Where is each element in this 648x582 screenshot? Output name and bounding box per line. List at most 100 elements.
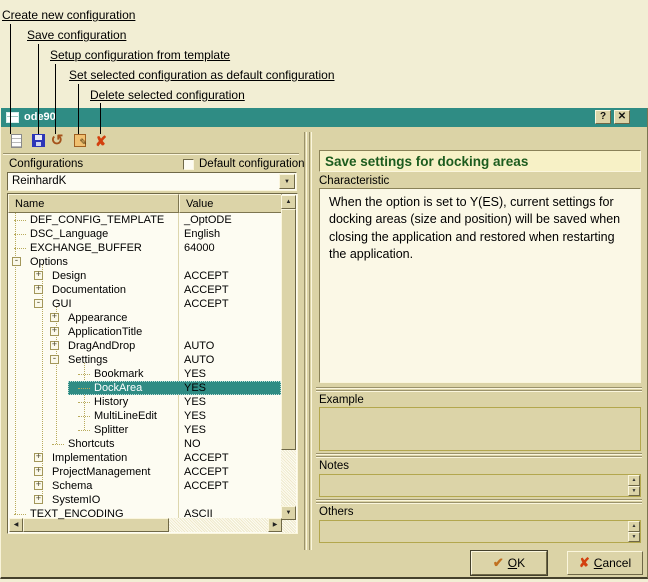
scroll-down-button[interactable]: ▼ (281, 506, 296, 520)
create-new-configuration-button[interactable] (7, 133, 25, 150)
tree-node-value: ACCEPT (184, 466, 229, 478)
default-configuration-checkbox[interactable] (183, 159, 194, 170)
horizontal-scroll-thumb[interactable] (23, 518, 169, 532)
tree-row-Schema[interactable]: +SchemaACCEPT (8, 479, 282, 493)
tree-node-name: History (94, 396, 128, 408)
help-button[interactable]: ? (595, 110, 611, 124)
tree-row-MultiLineEdit[interactable]: MultiLineEditYES (8, 409, 282, 423)
expand-icon[interactable]: + (50, 341, 59, 350)
configuration-select-value: ReinhardK (12, 175, 66, 187)
column-header-value[interactable]: Value (179, 194, 282, 213)
tree-row-Implementation[interactable]: +ImplementationACCEPT (8, 451, 282, 465)
section-splitter[interactable] (316, 390, 642, 392)
section-splitter[interactable] (316, 387, 642, 389)
others-label: Others (319, 506, 354, 518)
scroll-up-button[interactable]: ▲ (281, 195, 296, 209)
tree-node-value: ACCEPT (184, 270, 229, 282)
tree-row-Documentation[interactable]: +DocumentationACCEPT (8, 283, 282, 297)
expand-icon[interactable]: + (34, 495, 43, 504)
tree-node-name: MultiLineEdit (94, 410, 157, 422)
expand-icon[interactable]: + (34, 271, 43, 280)
tree-row-Design[interactable]: +DesignACCEPT (8, 269, 282, 283)
expand-icon[interactable]: + (34, 453, 43, 462)
tree-node-name: SystemIO (52, 494, 100, 506)
tree-node-value: English (184, 228, 220, 240)
tree-row-SystemIO[interactable]: + SystemIO (8, 493, 282, 507)
delete-configuration-button[interactable]: ✘ (92, 133, 110, 150)
tree-row-Splitter[interactable]: SplitterYES (8, 423, 282, 437)
tree-leader (78, 430, 90, 431)
setup-from-template-button[interactable]: ↺ (48, 133, 66, 150)
expand-icon[interactable]: + (34, 285, 43, 294)
tree-rows: DEF_CONFIG_TEMPLATE_OptODEDSC_Language En… (8, 213, 282, 519)
curved-arrow-icon: ↺ (51, 132, 64, 149)
tree-node-name: DockArea (94, 382, 142, 394)
section-splitter[interactable] (316, 456, 642, 458)
tree-node-name: DragAndDrop (68, 340, 135, 352)
tree-leader (52, 444, 64, 445)
collapse-icon[interactable]: - (12, 257, 21, 266)
collapse-icon[interactable]: - (34, 299, 43, 308)
tree-row-Settings[interactable]: -SettingsAUTO (8, 353, 282, 367)
tree-node-value: AUTO (184, 340, 214, 352)
tree-row-Options[interactable]: -Options (8, 255, 282, 269)
configuration-select[interactable]: ReinhardK ▼ (7, 172, 297, 191)
tree-row-DSC_Language[interactable]: DSC_Language English (8, 227, 282, 241)
tree-row-EXCHANGE_BUFFER[interactable]: EXCHANGE_BUFFER64000 (8, 241, 282, 255)
tree-row-Shortcuts[interactable]: ShortcutsNO (8, 437, 282, 451)
tree-node-name: DSC_Language (30, 228, 108, 240)
title-bar[interactable]: ode90 ? ✕ (1, 108, 647, 127)
spin-down-icon[interactable]: ▼ (628, 486, 640, 497)
vertical-scroll-thumb[interactable] (281, 209, 296, 450)
panel-splitter[interactable] (304, 132, 307, 550)
tree-node-name: Settings (68, 354, 108, 366)
spin-up-icon[interactable]: ▲ (628, 475, 640, 486)
tree-node-value: ACCEPT (184, 298, 229, 310)
panel-splitter[interactable] (309, 132, 312, 550)
save-configuration-button[interactable] (29, 133, 47, 150)
expand-icon[interactable]: + (50, 327, 59, 336)
expand-icon[interactable]: + (50, 313, 59, 322)
section-splitter[interactable] (316, 499, 642, 501)
default-configuration-label[interactable]: Default configuration (199, 158, 304, 170)
spin-up-icon[interactable]: ▲ (628, 521, 640, 532)
close-button[interactable]: ✕ (614, 110, 630, 124)
section-splitter[interactable] (316, 502, 642, 504)
horizontal-scrollbar[interactable]: ◀ ▶ (9, 518, 282, 532)
others-spinners: ▲ ▼ (628, 521, 640, 542)
tree-row-Bookmark[interactable]: BookmarkYES (8, 367, 282, 381)
combo-dropdown-button[interactable]: ▼ (279, 174, 295, 189)
column-header-name[interactable]: Name (8, 194, 179, 213)
cancel-button-label: Cancel (594, 556, 631, 570)
tree-row-DEF_CONFIG_TEMPLATE[interactable]: DEF_CONFIG_TEMPLATE_OptODE (8, 213, 282, 227)
cancel-button[interactable]: ✘Cancel (567, 551, 643, 575)
expand-icon[interactable]: + (34, 481, 43, 490)
chevron-down-icon: ▼ (284, 179, 290, 185)
set-default-configuration-button[interactable] (71, 133, 89, 150)
tree-node-name: EXCHANGE_BUFFER (30, 242, 142, 254)
tree-row-GUI[interactable]: -GUIACCEPT (8, 297, 282, 311)
tree-row-ProjectManagement[interactable]: +ProjectManagementACCEPT (8, 465, 282, 479)
tree-row-DragAndDrop[interactable]: + DragAndDrop AUTO (8, 339, 282, 353)
section-splitter[interactable] (316, 453, 642, 455)
collapse-icon[interactable]: - (50, 355, 59, 364)
expand-icon[interactable]: + (34, 467, 43, 476)
spin-down-icon[interactable]: ▼ (628, 532, 640, 543)
annotation-delete-configuration: Delete selected configuration (90, 88, 245, 102)
scroll-right-button[interactable]: ▶ (268, 518, 282, 532)
tree-row-ApplicationTitle[interactable]: +ApplicationTitle (8, 325, 282, 339)
tree-node-value: YES (184, 424, 206, 436)
tree-row-Appearance[interactable]: +Appearance (8, 311, 282, 325)
ok-button-label: OK (508, 556, 525, 570)
vertical-scrollbar[interactable]: ▲ ▼ (281, 195, 296, 534)
ok-button[interactable]: ✔OK (471, 551, 547, 575)
scroll-left-button[interactable]: ◀ (9, 518, 23, 532)
tree-node-value: ACCEPT (184, 452, 229, 464)
tree-node-name: Schema (52, 480, 92, 492)
tree-node-name: DEF_CONFIG_TEMPLATE (30, 214, 164, 226)
others-box[interactable]: ▲ ▼ (319, 520, 641, 543)
notes-box[interactable]: ▲ ▼ (319, 474, 641, 497)
configuration-tree[interactable]: Name Value DEF_CONFIG_TEMPLATE_OptODEDSC… (7, 193, 298, 534)
tree-row-History[interactable]: HistoryYES (8, 395, 282, 409)
tree-row-DockArea[interactable]: DockAreaYES (8, 381, 282, 395)
